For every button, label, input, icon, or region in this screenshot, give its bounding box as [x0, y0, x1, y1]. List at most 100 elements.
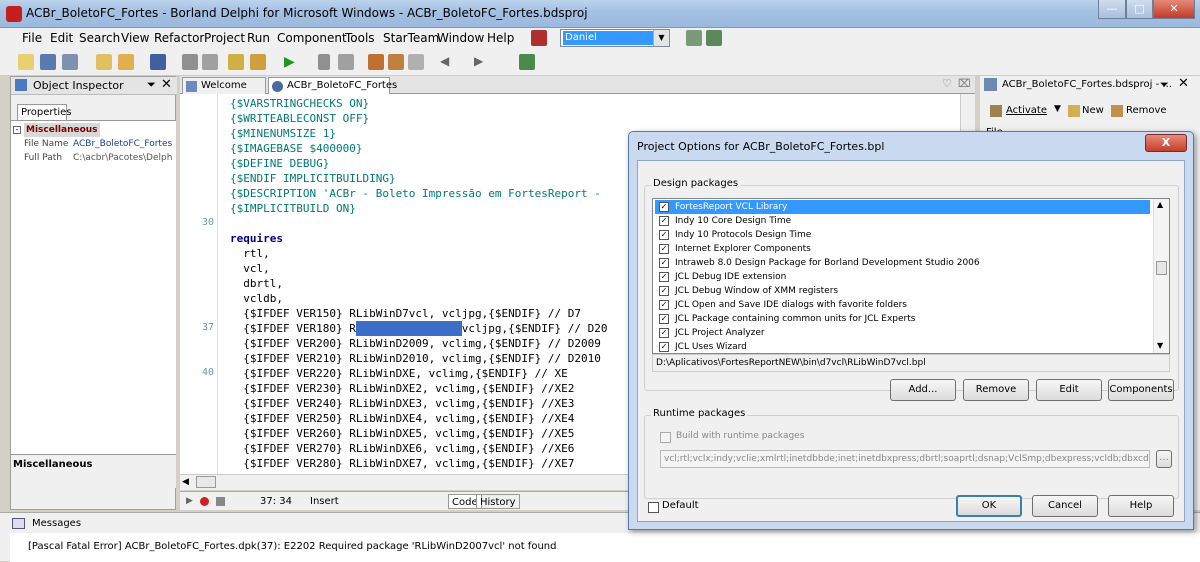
remove-package-button[interactable]: Remove [963, 379, 1029, 401]
close-tab-icon[interactable]: ⌧ [958, 77, 971, 90]
package-checkbox[interactable]: ✓ [659, 286, 669, 296]
forward-arrow-icon[interactable]: ▶ [474, 54, 490, 70]
scroll-thumb[interactable] [196, 476, 216, 488]
package-checkbox[interactable]: ✓ [659, 342, 669, 352]
menu-search[interactable]: Search [79, 31, 120, 45]
dialog-close-button[interactable]: X [1145, 134, 1187, 152]
tab-list-icon[interactable]: ♡ [942, 77, 952, 90]
user-select[interactable]: Daniel ▼ [560, 29, 670, 47]
tab-properties[interactable]: Properties [17, 104, 72, 120]
package-item[interactable]: ✓ JCL Debug Window of XMM registers [655, 284, 1150, 298]
scroll-down-icon[interactable]: ▼ [1157, 341, 1163, 350]
package-item[interactable]: ✓ JCL Debug IDE extension [655, 270, 1150, 284]
scroll-thumb[interactable] [1156, 261, 1167, 275]
close-window-button[interactable]: ✕ [1153, 0, 1195, 19]
scroll-up-icon[interactable]: ▲ [1157, 200, 1163, 209]
trace-into-icon[interactable] [368, 54, 384, 70]
step-over-icon[interactable] [388, 54, 404, 70]
windows-icon[interactable] [62, 54, 78, 70]
add-to-project-icon[interactable] [228, 54, 244, 70]
open-icon[interactable] [118, 54, 134, 70]
new-button[interactable]: New [1082, 105, 1104, 116]
package-item[interactable]: ✓ Indy 10 Protocols Design Time [655, 228, 1150, 242]
scroll-left-icon[interactable]: ◀ [182, 477, 189, 487]
menu-edit[interactable]: Edit [50, 31, 73, 45]
desktop-debug-icon[interactable] [706, 30, 722, 46]
menu-starteam[interactable]: StarTeam [383, 31, 439, 45]
package-checkbox[interactable]: ✓ [659, 258, 669, 268]
package-item[interactable]: ✓ JCL Package containing common units for… [655, 312, 1150, 326]
save-icon[interactable] [150, 54, 166, 70]
close-icon[interactable]: ✕ [161, 77, 172, 92]
package-checkbox[interactable]: ✓ [659, 314, 669, 324]
property-row[interactable]: Full Path C:\acbr\Pacotes\Delphi [11, 151, 176, 165]
edit-package-button[interactable]: Edit [1036, 379, 1102, 401]
packages-scrollbar[interactable]: ▲ ▼ [1153, 199, 1169, 353]
tab-history[interactable]: History [476, 494, 520, 509]
play-icon[interactable]: ▶ [186, 494, 193, 509]
desktop-save-icon[interactable] [686, 30, 702, 46]
remove-from-project-icon[interactable] [250, 54, 266, 70]
property-value[interactable]: C:\acbr\Pacotes\Delphi [73, 151, 173, 165]
menu-window[interactable]: Window [437, 31, 484, 45]
minimize-button[interactable]: — [1098, 0, 1126, 19]
remove-button[interactable]: Remove [1126, 105, 1167, 116]
package-item[interactable]: ✓ Indy 10 Core Design Time [655, 214, 1150, 228]
pause-icon[interactable] [318, 54, 330, 70]
package-item[interactable]: ✓ Internet Explorer Components [655, 242, 1150, 256]
browse-button[interactable]: ... [1156, 450, 1172, 468]
menu-project[interactable]: Project [204, 31, 245, 45]
package-checkbox[interactable]: ✓ [659, 272, 669, 282]
menu-tools[interactable]: Tools [345, 31, 375, 45]
package-item[interactable]: ✓ JCL Uses Wizard [655, 340, 1150, 353]
category-row[interactable]: - Miscellaneous [11, 123, 176, 137]
build-runtime-checkbox[interactable] [660, 432, 671, 443]
property-row[interactable]: File Name ACBr_BoletoFC_Fortes. [11, 137, 176, 151]
help-button[interactable]: Help [1108, 495, 1174, 517]
back-arrow-icon[interactable]: ◀ [440, 54, 456, 70]
reset-program-icon[interactable] [338, 54, 354, 70]
menu-file[interactable]: File [22, 31, 42, 45]
package-item[interactable]: ✓ JCL Project Analyzer [655, 326, 1150, 340]
menu-help[interactable]: Help [487, 31, 514, 45]
property-value[interactable]: ACBr_BoletoFC_Fortes. [73, 137, 173, 151]
save-all-icon[interactable] [40, 54, 56, 70]
menu-run[interactable]: Run [247, 31, 270, 45]
starteam-icon[interactable] [531, 30, 547, 46]
view-form-icon[interactable] [202, 54, 218, 70]
tab-acbr-boletofc-fortes[interactable]: ACBr_BoletoFC_Fortes [268, 77, 397, 94]
collapse-icon[interactable]: - [13, 126, 21, 134]
starteam-checkin-icon[interactable] [519, 54, 535, 70]
runtime-packages-input[interactable]: vcl;rtl;vclx;indy;vclie;xmlrtl;inetdbbde… [660, 450, 1150, 468]
cancel-button[interactable]: Cancel [1032, 495, 1098, 517]
package-item[interactable]: ✓ Intraweb 8.0 Design Package for Borland… [655, 256, 1150, 270]
run-icon[interactable]: ▶ [284, 54, 300, 70]
stop-icon[interactable] [216, 497, 225, 506]
package-checkbox[interactable]: ✓ [659, 328, 669, 338]
activate-button[interactable]: Activate [1006, 105, 1047, 116]
tab-welcome-page[interactable]: Welcome Page [182, 77, 266, 107]
pin-icon[interactable]: ⏷ [147, 78, 156, 92]
package-checkbox[interactable]: ✓ [659, 216, 669, 226]
package-checkbox[interactable]: ✓ [659, 300, 669, 310]
record-icon[interactable] [200, 497, 209, 506]
add-package-button[interactable]: Add... [890, 379, 956, 401]
chevron-down-icon[interactable]: ▼ [653, 30, 669, 46]
pin-icon[interactable]: ⏷ [1160, 78, 1169, 92]
menu-view[interactable]: View [121, 31, 149, 45]
package-checkbox[interactable]: ✓ [659, 202, 669, 212]
package-item[interactable]: ✓ FortesReport VCL Library [655, 200, 1150, 214]
run-to-cursor-icon[interactable] [408, 54, 424, 70]
new-icon[interactable] [96, 54, 112, 70]
maximize-button[interactable]: □ [1126, 0, 1153, 19]
ok-button[interactable]: OK [956, 495, 1022, 517]
error-message[interactable]: [Pascal Fatal Error] ACBr_BoletoFC_Forte… [28, 541, 556, 552]
close-icon[interactable]: ✕ [1178, 76, 1189, 91]
package-checkbox[interactable]: ✓ [659, 244, 669, 254]
components-button[interactable]: Components [1108, 379, 1174, 401]
new-items-icon[interactable] [18, 54, 34, 70]
package-item[interactable]: ✓ JCL Open and Save IDE dialogs with favo… [655, 298, 1150, 312]
chevron-down-icon[interactable]: ▼ [1054, 104, 1061, 114]
package-checkbox[interactable]: ✓ [659, 230, 669, 240]
menu-refactor[interactable]: Refactor [154, 31, 204, 45]
